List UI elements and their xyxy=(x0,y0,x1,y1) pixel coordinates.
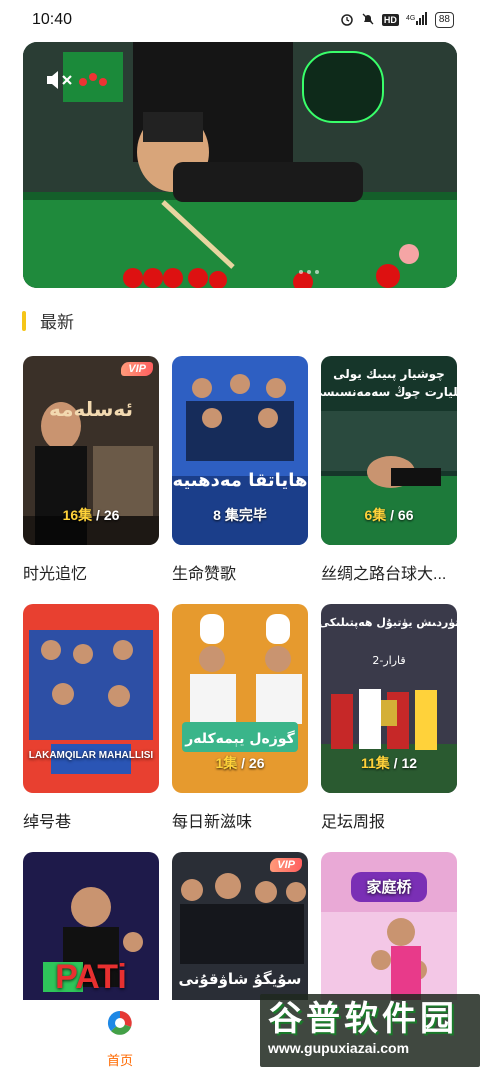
video-card[interactable]: LAKAMQILAR MAHALLISI 绰号巷 xyxy=(23,604,159,852)
mute-icon[interactable] xyxy=(43,66,75,94)
video-title[interactable]: 足坛周报 xyxy=(321,808,457,832)
alarm-icon xyxy=(340,12,354,29)
section-header-latest: 最新 xyxy=(22,308,74,333)
video-card[interactable]: ﺗﯜﺭﺩﯩﺶ ﻳﯜﺗﺒﯘﻝ ﮬﻪﭘﺘﯩﻠﯩﻜﻰ 2-ﻗﺎﺭﺍﺭ 11集 / 12 … xyxy=(321,604,457,852)
video-title[interactable]: 生命赞歌 xyxy=(172,560,308,584)
nav-home-label: 首页 xyxy=(106,1053,133,1067)
svg-text:ﺋﻪﺳﻠﻪﻣﻪ: ﺋﻪﺳﻠﻪﻣﻪ xyxy=(49,397,133,421)
video-poster[interactable]: ﮔﻮﺯﻩﻝ ﻳﯧﻤﻪﻛﻠﻪﺭ 1集 / 26 xyxy=(172,604,308,793)
episode-count: 8 集完毕 xyxy=(213,507,267,523)
video-title[interactable]: 绰号巷 xyxy=(23,808,159,832)
video-title[interactable]: 丝绸之路台球大... xyxy=(321,560,457,584)
episode-count: 11集 / 12 xyxy=(360,755,418,771)
status-bar: 10:40 HD 4G 88 xyxy=(0,0,480,40)
video-poster[interactable]: LAKAMQILAR MAHALLISI xyxy=(23,604,159,793)
bell-off-icon xyxy=(361,12,375,29)
app-logo-icon xyxy=(107,1010,133,1036)
watermark-title: 谷普软件园 xyxy=(268,1000,458,1038)
svg-text:ﺑﯩﻠﻴﺎﺭﺕ ﭼﻮﯓ ﺳﻪﻣﻪﻧﺴﯩﺴﻰ: ﺑﯩﻠﻴﺎﺭﺕ ﭼﻮﯓ ﺳﻪﻣﻪﻧﺴﯩﺴﻰ xyxy=(321,385,457,400)
video-card[interactable]: ﮔﻮﺯﻩﻝ ﻳﯧﻤﻪﻛﻠﻪﺭ 1集 / 26 每日新滋味 xyxy=(172,604,308,852)
video-title[interactable]: 每日新滋味 xyxy=(172,808,308,832)
nav-home-tab[interactable]: 首页 xyxy=(100,1010,140,1067)
video-poster[interactable]: ﮬﺎﻳﺎﺗﻘﺎ ﻣﻪﺩﮬﯩﻴﻪ 8 集完毕 xyxy=(172,356,308,545)
episode-count: 6集 / 66 xyxy=(364,507,414,523)
svg-text:ﺳﯘﻳﮕﯘ ﺷﺎﯞﻗﯘﻧﻰ: ﺳﯘﻳﮕﯘ ﺷﺎﯞﻗﯘﻧﻰ xyxy=(179,970,302,988)
section-title: 最新 xyxy=(40,313,74,332)
watermark: 谷普软件园 www.gupuxiazai.com xyxy=(260,994,480,1067)
svg-text:ﭼﻮﺷﻴﺎﺭ ﭘﯩﻴﯩﻚ ﻳﻮﻟﻰ: ﭼﻮﺷﻴﺎﺭ ﭘﯩﻴﯩﻚ ﻳﻮﻟﻰ xyxy=(333,367,445,382)
banner-pagination xyxy=(299,270,319,274)
video-card[interactable]: ﺋﻪﺳﻠﻪﻣﻪ VIP 16集 / 26 时光追忆 xyxy=(23,356,159,604)
video-card[interactable]: ﭼﻮﺷﻴﺎﺭ ﭘﯩﻴﯩﻚ ﻳﻮﻟﻰ ﺑﯩﻠﻴﺎﺭﺕ ﭼﻮﯓ ﺳﻪﻣﻪﻧﺴﯩﺴﻰ 6… xyxy=(321,356,457,604)
video-poster[interactable]: ﺗﯜﺭﺩﯩﺶ ﻳﯜﺗﺒﯘﻝ ﮬﻪﭘﺘﯩﻠﯩﻜﻰ 2-ﻗﺎﺭﺍﺭ 11集 / 12 xyxy=(321,604,457,793)
poster-title-text: LAKAMQILAR MAHALLISI xyxy=(28,750,154,761)
hd-badge: HD xyxy=(381,14,399,26)
hero-banner[interactable] xyxy=(23,42,457,288)
episode-count: 1集 / 26 xyxy=(215,755,265,771)
video-poster[interactable]: ﺋﻪﺳﻠﻪﻣﻪ VIP 16集 / 26 xyxy=(23,356,159,545)
vip-badge: VIP xyxy=(121,362,153,376)
poster-title-text: PATi xyxy=(55,958,127,996)
svg-text:ﺗﯜﺭﺩﯩﺶ ﻳﯜﺗﺒﯘﻝ ﮬﻪﭘﺘﯩﻠﯩﻜﻰ: ﺗﯜﺭﺩﯩﺶ ﻳﯜﺗﺒﯘﻝ ﮬﻪﭘﺘﯩﻠﯩﻜﻰ xyxy=(321,616,457,629)
episode-count: 16集 / 26 xyxy=(62,507,120,523)
video-card[interactable]: ﮬﺎﻳﺎﺗﻘﺎ ﻣﻪﺩﮬﯩﻴﻪ 8 集完毕 生命赞歌 xyxy=(172,356,308,604)
svg-text:ﮔﻮﺯﻩﻝ ﻳﯧﻤﻪﻛﻠﻪﺭ: ﮔﻮﺯﻩﻝ ﻳﯧﻤﻪﻛﻠﻪﺭ xyxy=(184,730,295,747)
signal-icon: 4G xyxy=(406,11,428,29)
video-grid: ﺋﻪﺳﻠﻪﻣﻪ VIP 16集 / 26 时光追忆 ﮬﺎﻳﺎﺗﻘﺎ ﻣﻪﺩﮬﯩﻴ… xyxy=(23,356,459,1067)
status-time: 10:40 xyxy=(32,11,73,28)
watermark-url: www.gupuxiazai.com xyxy=(268,1040,410,1056)
section-accent-bar xyxy=(22,310,26,331)
poster-title-text: 家庭桥 xyxy=(366,879,412,896)
status-icons: HD 4G 88 xyxy=(340,11,454,29)
battery-icon: 88 xyxy=(434,12,454,28)
svg-text:2-ﻗﺎﺭﺍﺭ: 2-ﻗﺎﺭﺍﺭ xyxy=(372,654,405,667)
svg-text:4G: 4G xyxy=(406,15,415,22)
banner-image xyxy=(23,42,457,288)
svg-text:ﮬﺎﻳﺎﺗﻘﺎ ﻣﻪﺩﮬﯩﻴﻪ: ﮬﺎﻳﺎﺗﻘﺎ ﻣﻪﺩﮬﯩﻴﻪ xyxy=(173,470,308,491)
video-poster[interactable]: ﭼﻮﺷﻴﺎﺭ ﭘﯩﻴﯩﻚ ﻳﻮﻟﻰ ﺑﯩﻠﻴﺎﺭﺕ ﭼﻮﯓ ﺳﻪﻣﻪﻧﺴﯩﺴﻰ 6… xyxy=(321,356,457,545)
vip-badge: VIP xyxy=(270,858,302,872)
video-title[interactable]: 时光追忆 xyxy=(23,560,159,584)
